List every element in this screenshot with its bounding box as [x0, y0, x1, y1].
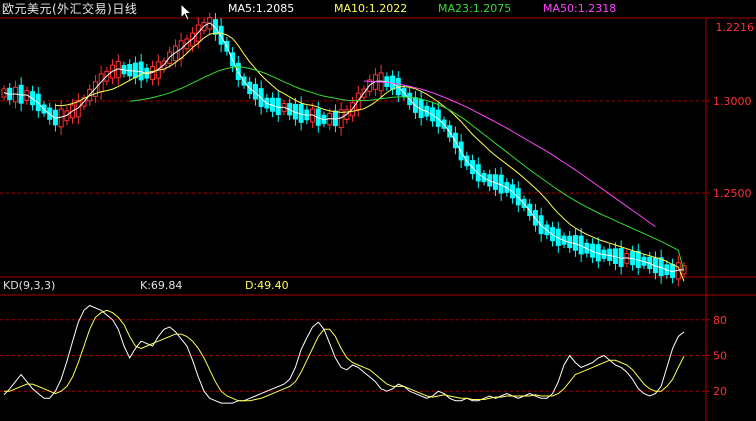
candle-body: [138, 61, 144, 81]
price-tick-label: 1.3000: [713, 95, 752, 108]
chart-window: 欧元美元(外汇交易)日线 MA5:1.2085 MA10:1.2022 MA23…: [0, 0, 756, 421]
price-tick-label: 1.2500: [713, 187, 752, 200]
ma10-line: [55, 32, 685, 282]
k-value-label: K:69.84: [140, 279, 183, 292]
last-price-label: 1.2216: [708, 22, 754, 34]
candle-body: [58, 108, 64, 128]
mouse-cursor-icon: [180, 3, 193, 21]
d-value-label: D:49.40: [245, 279, 289, 292]
kd-tick-label: 20: [713, 385, 727, 398]
kd-tick-label: 50: [713, 350, 727, 363]
kd-indicator-label: KD(9,3,3): [3, 279, 56, 292]
candle-body: [132, 62, 138, 79]
candle-body: [18, 84, 24, 104]
candle-body: [218, 25, 224, 45]
kd-tick-label: 80: [713, 314, 727, 327]
candle-body: [538, 215, 544, 235]
chart-canvas[interactable]: 1.2500 1.3000 20 50 80: [0, 0, 756, 421]
ma5-line: [3, 22, 685, 273]
